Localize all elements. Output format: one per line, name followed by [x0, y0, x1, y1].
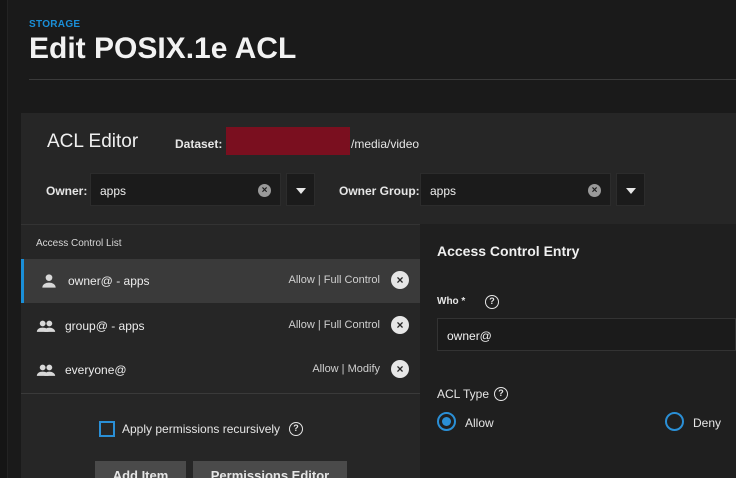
radio-selected-dot: [442, 417, 451, 426]
acl-item-name: group@ - apps: [65, 319, 145, 333]
acl-item-permission: Allow | Modify: [312, 363, 380, 375]
acl-list-panel: Access Control List owner@ - apps Allow …: [21, 224, 420, 478]
add-item-button[interactable]: Add Item: [95, 461, 186, 478]
acl-editor-header: ACL Editor Dataset: /media/video Owner: …: [21, 113, 736, 224]
acl-list-title: Access Control List: [36, 238, 122, 249]
chevron-down-icon: [296, 188, 306, 194]
left-nav-strip: [0, 0, 8, 478]
owner-group-input[interactable]: apps ×: [420, 173, 611, 206]
acl-item-permission: Allow | Full Control: [288, 274, 381, 286]
person-icon: [42, 274, 56, 288]
remove-icon[interactable]: ×: [391, 316, 409, 334]
acl-list-item[interactable]: group@ - apps Allow | Full Control ×: [21, 304, 420, 348]
permissions-editor-button[interactable]: Permissions Editor: [193, 461, 347, 478]
dataset-redaction: [226, 127, 350, 155]
help-icon[interactable]: ?: [485, 295, 499, 309]
who-value: owner@: [447, 329, 492, 343]
acl-list-item[interactable]: everyone@ Allow | Modify ×: [21, 348, 420, 392]
owner-value: apps: [100, 184, 127, 198]
breadcrumb[interactable]: STORAGE: [29, 19, 80, 30]
remove-icon[interactable]: ×: [391, 271, 409, 289]
acl-item-name: owner@ - apps: [68, 274, 150, 288]
owner-group-dropdown-button[interactable]: [616, 173, 645, 206]
access-control-entry-panel: Access Control Entry Who * ? owner@ ACL …: [420, 224, 736, 478]
acl-editor-title: ACL Editor: [47, 131, 139, 152]
owner-input[interactable]: apps ×: [90, 173, 281, 206]
group-icon: [36, 320, 56, 332]
remove-icon[interactable]: ×: [391, 360, 409, 378]
dataset-path: /media/video: [351, 137, 420, 151]
allow-label: Allow: [465, 416, 494, 430]
owner-label: Owner:: [46, 184, 88, 198]
acl-editor-card: ACL Editor Dataset: /media/video Owner: …: [21, 113, 736, 478]
owner-group-label: Owner Group:: [339, 184, 420, 198]
who-select[interactable]: owner@: [437, 318, 736, 351]
owner-clear-icon[interactable]: ×: [258, 184, 271, 197]
help-icon[interactable]: ?: [494, 387, 508, 401]
acl-list-item[interactable]: owner@ - apps Allow | Full Control ×: [21, 259, 420, 303]
acl-type-label: ACL Type: [437, 387, 490, 401]
chevron-down-icon: [626, 188, 636, 194]
deny-label: Deny: [693, 416, 722, 430]
list-divider: [21, 393, 420, 394]
owner-dropdown-button[interactable]: [286, 173, 315, 206]
allow-radio[interactable]: [437, 412, 456, 431]
group-icon: [36, 364, 56, 376]
acl-item-name: everyone@: [65, 363, 127, 377]
ace-title: Access Control Entry: [437, 243, 580, 259]
owner-group-clear-icon[interactable]: ×: [588, 184, 601, 197]
dataset-label: Dataset:: [175, 137, 223, 151]
acl-item-permission: Allow | Full Control: [288, 319, 381, 331]
who-label: Who *: [437, 296, 466, 307]
apply-recursive-checkbox[interactable]: [99, 421, 115, 437]
page-title: Edit POSIX.1e ACL: [29, 32, 297, 65]
apply-recursive-label: Apply permissions recursively: [122, 422, 281, 436]
owner-group-value: apps: [430, 184, 457, 198]
help-icon[interactable]: ?: [289, 422, 303, 436]
header-divider: [29, 79, 736, 80]
deny-radio[interactable]: [665, 412, 684, 431]
